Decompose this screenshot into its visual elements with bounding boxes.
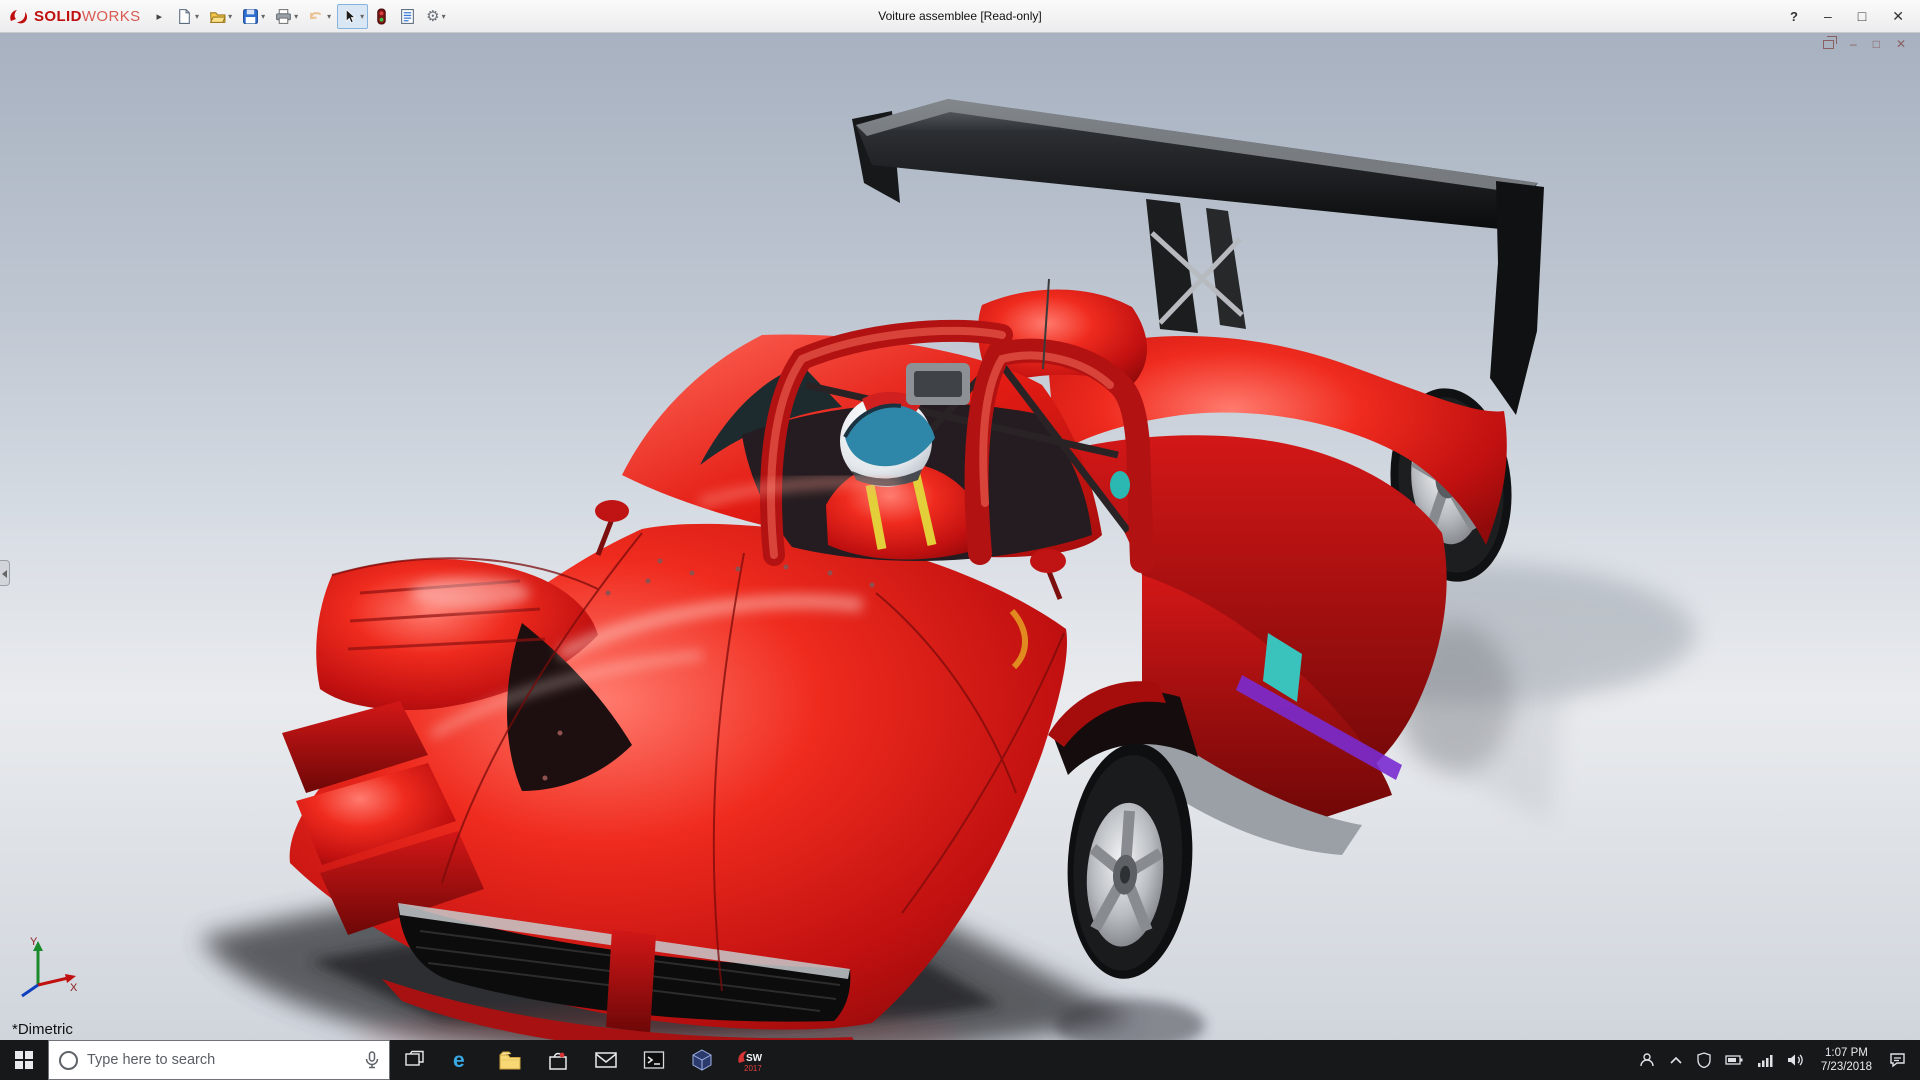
open-folder-icon <box>209 8 226 25</box>
task-view-button[interactable] <box>390 1040 438 1080</box>
dropdown-caret[interactable]: ▾ <box>228 12 232 21</box>
triad-y-label: Y <box>30 936 38 948</box>
taskbar-edge-button[interactable]: e <box>438 1040 486 1080</box>
windows-logo-icon <box>15 1051 33 1069</box>
new-document-button[interactable]: ▾ <box>172 4 203 29</box>
maximize-button[interactable]: □ <box>1858 9 1866 23</box>
taskbar-file-explorer-button[interactable] <box>486 1040 534 1080</box>
save-button[interactable]: ▾ <box>238 4 269 29</box>
security-tray-button[interactable] <box>1690 1040 1718 1080</box>
doc-close-button[interactable]: ✕ <box>1896 38 1906 50</box>
new-document-icon <box>176 8 193 25</box>
taskbar-cad-app-button[interactable] <box>678 1040 726 1080</box>
orientation-triad: Y X <box>10 933 80 1006</box>
network-tray-button[interactable] <box>1750 1040 1780 1080</box>
dropdown-caret[interactable]: ▾ <box>261 12 265 21</box>
rebuild-stoplight-icon <box>374 8 389 25</box>
edge-icon: e <box>450 1048 474 1072</box>
solidworks-logo: SOLIDWORKS <box>8 7 141 25</box>
dropdown-caret[interactable]: ▾ <box>327 12 331 21</box>
file-properties-icon <box>399 8 416 25</box>
open-button[interactable]: ▾ <box>205 4 236 29</box>
select-cursor-icon <box>341 8 358 25</box>
dropdown-caret[interactable]: ▾ <box>442 12 446 21</box>
quick-toolbar: ▾ ▾ ▾ <box>172 4 450 29</box>
taskbar-store-button[interactable] <box>534 1040 582 1080</box>
action-center-button[interactable] <box>1882 1040 1913 1080</box>
shield-icon <box>1697 1052 1711 1068</box>
taskbar-search <box>48 1040 390 1080</box>
minimize-button[interactable]: – <box>1824 9 1832 23</box>
people-button[interactable] <box>1632 1040 1662 1080</box>
doc-maximize-button[interactable]: □ <box>1873 38 1880 50</box>
cortana-icon[interactable] <box>59 1051 78 1070</box>
sw-year: 2017 <box>744 1064 762 1073</box>
file-properties-button[interactable] <box>395 4 420 29</box>
taskbar-solidworks-button[interactable]: SW 2017 <box>726 1040 774 1080</box>
undo-arrow-icon <box>308 8 325 25</box>
mail-icon <box>594 1050 618 1070</box>
volume-tray-button[interactable] <box>1780 1040 1811 1080</box>
car-model[interactable] <box>0 33 1920 1040</box>
battery-tray-button[interactable] <box>1718 1040 1750 1080</box>
clock[interactable]: 1:07 PM 7/23/2018 <box>1811 1046 1882 1075</box>
brand-works: WORKS <box>82 8 141 25</box>
system-tray: 1:07 PM 7/23/2018 <box>1632 1040 1920 1080</box>
store-bag-icon <box>547 1049 569 1071</box>
dropdown-caret[interactable]: ▾ <box>360 12 364 21</box>
clock-date: 7/23/2018 <box>1821 1060 1872 1074</box>
collapsed-panel-tab[interactable] <box>0 560 10 586</box>
battery-icon <box>1725 1054 1743 1066</box>
help-button[interactable]: ? <box>1790 10 1798 23</box>
file-explorer-icon <box>498 1049 522 1071</box>
solidworks-2017-icon: SW 2017 <box>735 1047 765 1073</box>
search-input[interactable] <box>87 1052 356 1068</box>
people-icon <box>1639 1052 1655 1068</box>
print-button[interactable]: ▾ <box>271 4 302 29</box>
dropdown-caret[interactable]: ▾ <box>294 12 298 21</box>
console-icon <box>643 1050 665 1070</box>
action-center-icon <box>1889 1052 1906 1068</box>
viewport-3d[interactable]: – □ ✕ Y X *Dimetric <box>0 33 1920 1040</box>
network-icon <box>1757 1054 1773 1067</box>
titlebar: SOLIDWORKS ▸ ▾ ▾ <box>0 0 1920 33</box>
menu-flyout-arrow[interactable]: ▸ <box>151 10 169 23</box>
doc-minimize-button[interactable]: – <box>1850 38 1857 50</box>
brand-text: SOLIDWORKS <box>34 8 141 25</box>
task-view-icon <box>404 1050 424 1070</box>
taskbar-mail-button[interactable] <box>582 1040 630 1080</box>
undo-button[interactable]: ▾ <box>304 4 335 29</box>
volume-icon <box>1787 1053 1804 1067</box>
triad-x-label: X <box>70 982 78 994</box>
cad-cube-icon <box>691 1049 713 1071</box>
select-button[interactable]: ▾ <box>337 4 368 29</box>
document-window-controls: – □ ✕ <box>1823 38 1906 50</box>
microphone-icon[interactable] <box>365 1051 379 1069</box>
screen: SOLIDWORKS ▸ ▾ ▾ <box>0 0 1920 1080</box>
brand-solid: SOLID <box>34 8 82 25</box>
chevron-up-icon <box>1669 1055 1683 1065</box>
tray-expand-button[interactable] <box>1662 1040 1690 1080</box>
taskbar-console-button[interactable] <box>630 1040 678 1080</box>
rebuild-button[interactable] <box>370 4 393 29</box>
print-icon <box>275 8 292 25</box>
clock-time: 1:07 PM <box>1821 1046 1872 1060</box>
close-button[interactable]: ✕ <box>1892 9 1904 23</box>
doc-restore-button[interactable] <box>1823 40 1834 49</box>
edge-letter: e <box>453 1049 465 1072</box>
view-orientation-label: *Dimetric <box>12 1021 73 1038</box>
sw-letters: SW <box>746 1053 763 1064</box>
save-floppy-icon <box>242 8 259 25</box>
start-button[interactable] <box>0 1040 48 1080</box>
windows-taskbar: e <box>0 1040 1920 1080</box>
dropdown-caret[interactable]: ▾ <box>195 12 199 21</box>
options-button[interactable]: ⚙ ▾ <box>422 5 449 28</box>
ds-logo-icon <box>8 7 30 25</box>
options-gear-icon: ⚙ <box>426 9 439 24</box>
